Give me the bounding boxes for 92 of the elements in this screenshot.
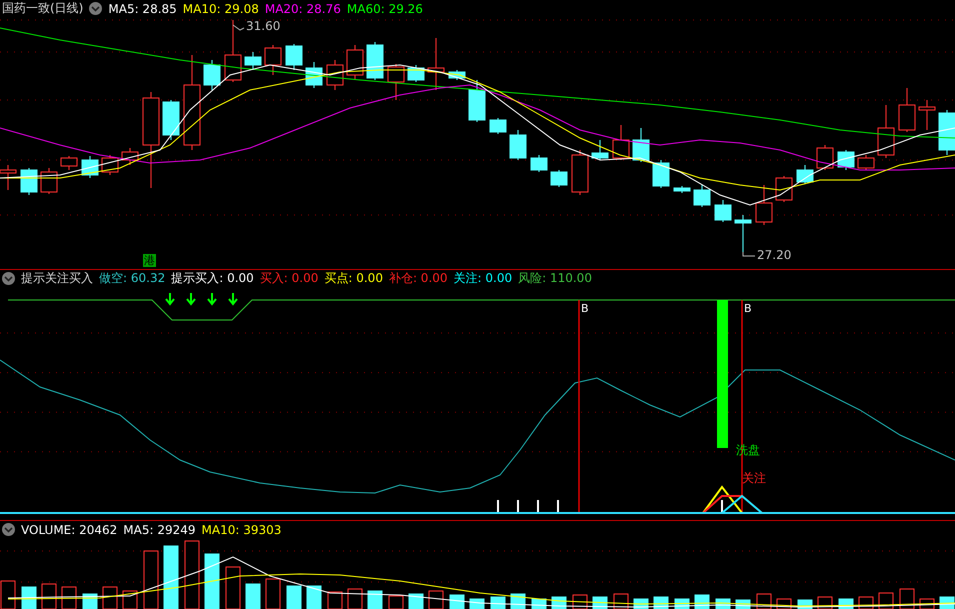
chart-title: 国药一致(日线): [2, 0, 84, 17]
candlestick: [102, 154, 118, 176]
candlestick: [388, 64, 404, 100]
candlestick: [468, 80, 486, 122]
volume-bar: [246, 584, 260, 609]
candlestick: [286, 44, 302, 70]
indicator-value: 关注: 0.00: [454, 270, 512, 287]
candlestick: [346, 44, 364, 80]
indicator-value: MA60: 29.26: [346, 2, 423, 16]
candlestick: [428, 38, 444, 90]
candlestick: [162, 100, 180, 140]
indicator-value: 风险: 110.00: [518, 270, 592, 287]
candlestick: [122, 148, 138, 166]
candlestick: [938, 110, 955, 156]
indicator-value: 提示买入: 0.00: [171, 270, 254, 287]
low-price-label: 27.20: [757, 248, 792, 262]
buy-point-line: [702, 485, 743, 514]
candlestick: [858, 154, 874, 170]
signal-label: B: [744, 302, 752, 315]
indicator-value: MA20: 28.76: [264, 2, 341, 16]
indicator-value: MA10: 39303: [202, 522, 282, 536]
volume-bar: [470, 598, 484, 609]
candlestick: [490, 118, 506, 134]
candlestick: [326, 60, 344, 90]
volume-bar: [490, 596, 506, 609]
candlestick: [40, 168, 58, 194]
candlestick: [674, 186, 690, 194]
indicator-value: VOLUME: 20462: [21, 522, 118, 536]
candlestick: [366, 42, 384, 80]
down-arrow-icon: [186, 292, 196, 306]
candlestick: [264, 44, 282, 76]
hint-tick: [721, 500, 723, 513]
candlestick: [572, 150, 588, 196]
volume-bar: [450, 594, 464, 609]
candlestick: [838, 150, 854, 170]
leader-line: [232, 24, 244, 31]
candlestick: [632, 128, 650, 162]
candlestick: [734, 214, 752, 252]
watch-line: [721, 494, 763, 514]
indicator-value: MA5: 28.85: [108, 2, 177, 16]
candlestick: [82, 156, 98, 178]
candlestick: [306, 62, 322, 88]
candlestick: [898, 88, 916, 132]
hint-tick: [537, 500, 539, 513]
candlestick: [204, 60, 220, 90]
candlestick: [550, 170, 568, 188]
collapse-icon[interactable]: [89, 2, 102, 15]
candlestick: [224, 20, 242, 82]
volume-bar: [286, 586, 302, 609]
volume-bar: [306, 586, 322, 609]
candlestick: [694, 184, 710, 208]
candlestick: [530, 154, 548, 172]
down-arrow-icon: [165, 292, 175, 306]
candlestick: [244, 52, 262, 70]
candlestick: [592, 140, 608, 160]
indicator-value: 买入: 0.00: [260, 270, 318, 287]
collapse-icon[interactable]: [2, 523, 15, 536]
volume-bar: [204, 554, 220, 609]
indicator-value: MA10: 29.08: [182, 2, 259, 16]
volume-bar: [368, 590, 382, 609]
candlestick: [776, 176, 792, 202]
leader-line: [742, 252, 756, 256]
candlestick: [448, 70, 466, 80]
candlestick: [714, 200, 732, 222]
down-arrow-icon: [207, 292, 217, 306]
hint-tick: [517, 500, 519, 513]
hint-tick: [557, 500, 559, 513]
candlestick: [510, 130, 526, 160]
candlestick: [20, 168, 38, 196]
candlestick: [796, 164, 814, 184]
candlestick: [652, 160, 670, 188]
indicator-value: 补仓: 0.00: [388, 270, 448, 287]
indicator-value: MA5: 29249: [123, 522, 196, 536]
market-badge: 港: [143, 254, 156, 267]
candlestick: [756, 184, 772, 226]
high-price-label: 31.60: [246, 19, 280, 33]
watch-label: 关注: [742, 471, 766, 485]
volume-bar: [164, 546, 178, 609]
hint-tick: [497, 500, 499, 513]
candlestick: [60, 156, 78, 170]
candlestick: [612, 124, 630, 160]
volume-bar: [408, 594, 424, 609]
indicator-title: 提示关注买入: [21, 270, 93, 287]
indicator-value: 买点: 0.00: [324, 270, 383, 287]
collapse-icon[interactable]: [2, 272, 15, 285]
candlestick: [918, 100, 936, 130]
indicator-value: 做空: 60.32: [99, 270, 166, 287]
candlestick: [878, 104, 894, 158]
down-arrow-icon: [228, 292, 238, 306]
volume-bar: [22, 586, 36, 609]
signal-label: B: [581, 302, 589, 315]
candlestick: [816, 144, 834, 170]
